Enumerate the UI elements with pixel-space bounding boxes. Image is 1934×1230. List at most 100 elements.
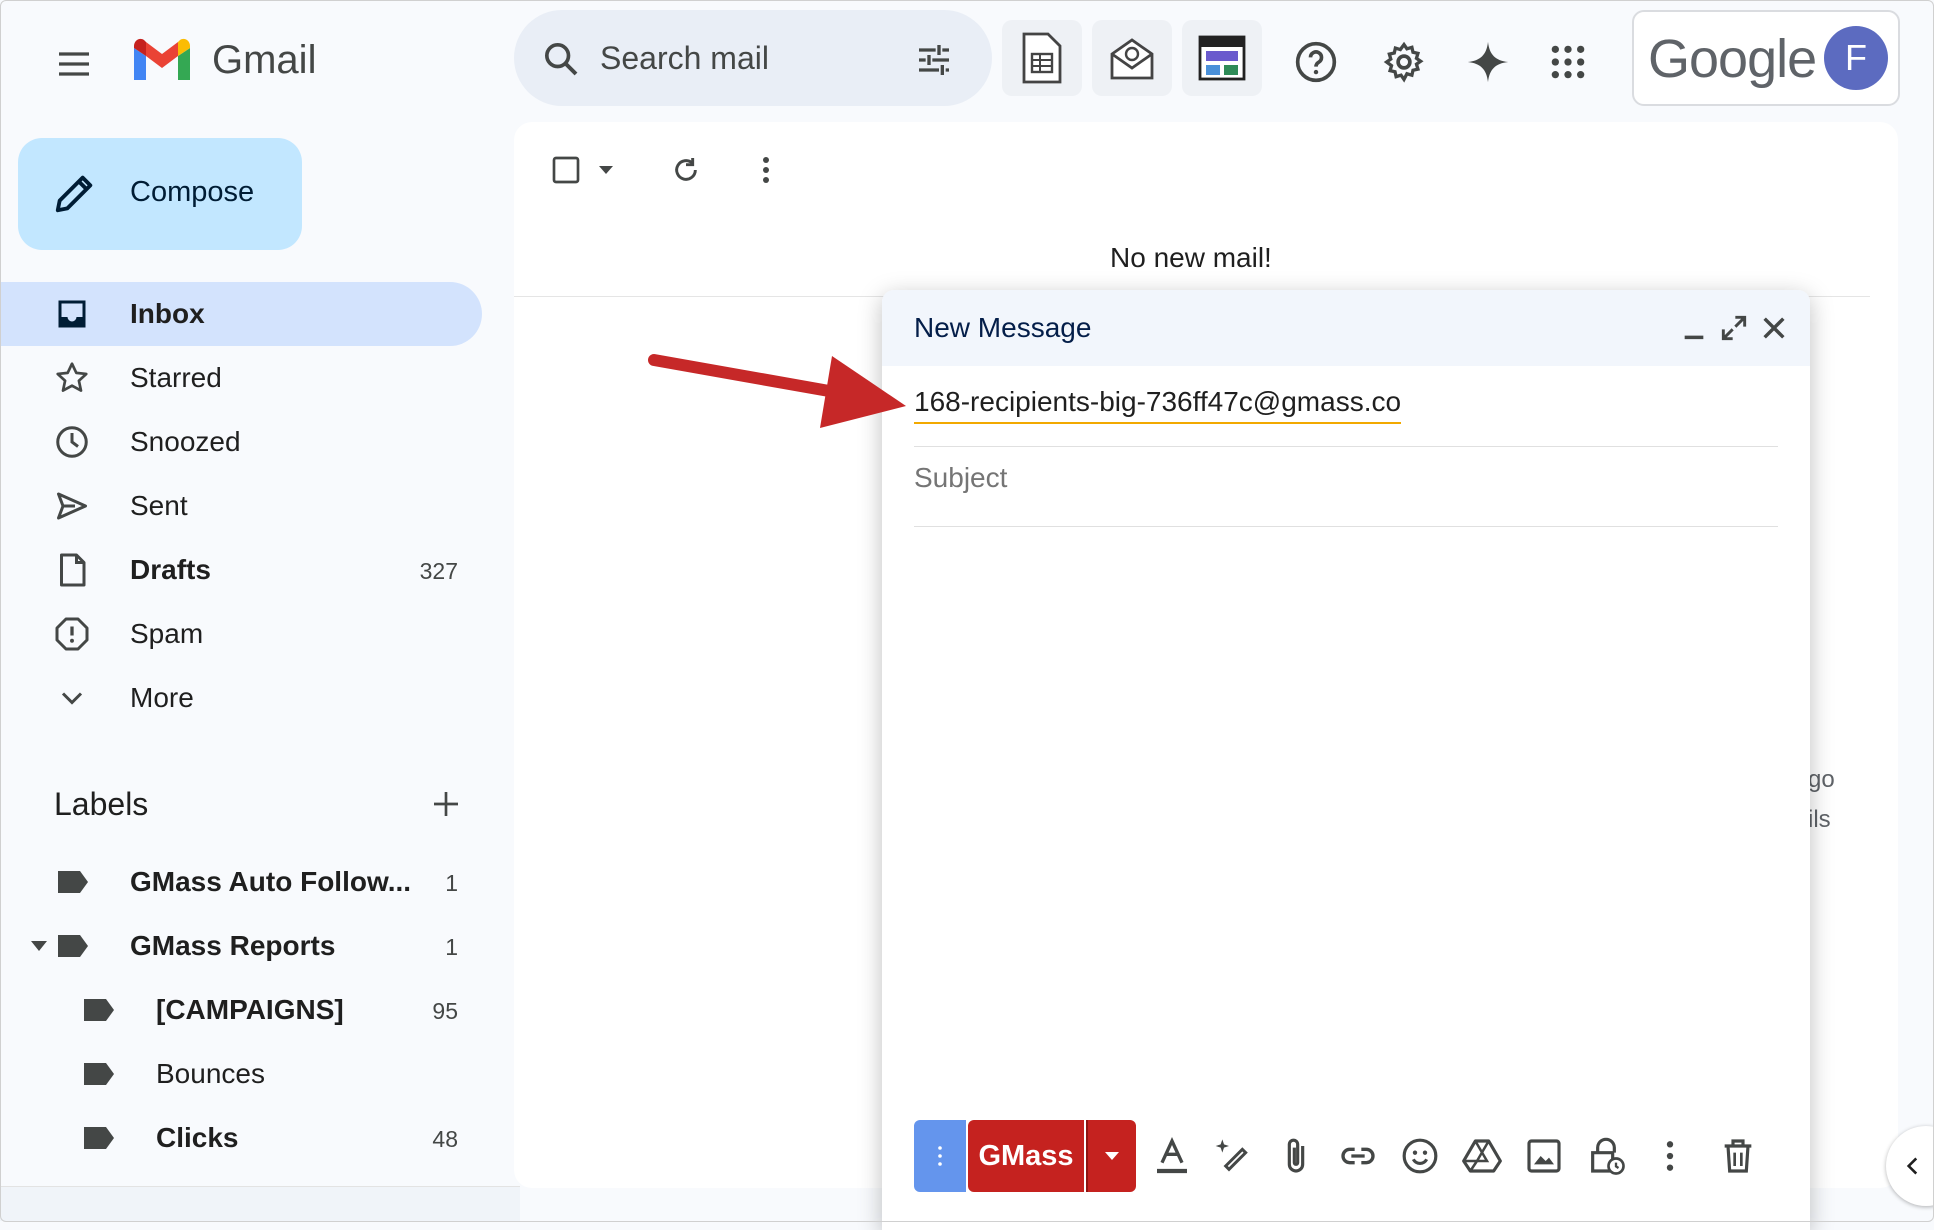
avatar[interactable]: F (1824, 26, 1888, 90)
gmass-dashboard-extension-button[interactable] (1182, 20, 1262, 96)
sidebar-item-sent[interactable]: Sent (0, 474, 482, 538)
search-input[interactable] (600, 36, 900, 80)
gmass-settings-button[interactable] (914, 1120, 966, 1192)
compose-button[interactable]: Compose (18, 138, 302, 250)
sidebar-item-more[interactable]: More (0, 666, 482, 730)
background-text-fragment: ils (1808, 806, 1831, 833)
star-icon (56, 362, 88, 392)
refresh-button[interactable] (664, 148, 708, 192)
label-item-campaigns[interactable]: [CAMPAIGNS] 95 (0, 980, 482, 1040)
support-button[interactable] (1284, 30, 1348, 94)
trash-icon[interactable] (1718, 1136, 1758, 1176)
attach-icon[interactable] (1276, 1136, 1316, 1176)
spam-icon (55, 617, 89, 651)
label-name: GMass Reports (130, 930, 336, 961)
insert-photo-icon[interactable] (1524, 1136, 1564, 1176)
background-text-fragment: go (1808, 766, 1835, 793)
google-apps-button[interactable] (1536, 30, 1600, 94)
recipient-chip[interactable]: 168-recipients-big-736ff47c@gmass.co (914, 386, 1402, 424)
sheets-extension-button[interactable] (1002, 20, 1082, 96)
refresh-icon (675, 158, 697, 181)
compose-window: New Message 168-recipients-big-736ff47c@… (882, 290, 1810, 1230)
inbox-icon (58, 300, 86, 328)
to-field-divider (914, 446, 1778, 447)
select-dropdown-button[interactable] (592, 158, 620, 182)
plus-icon (434, 792, 458, 816)
more-vert-icon[interactable] (1650, 1136, 1690, 1176)
label-name: Clicks (156, 1122, 239, 1153)
link-icon[interactable] (1338, 1136, 1378, 1176)
confidential-lock-icon[interactable] (1586, 1136, 1626, 1176)
search-options-button[interactable] (906, 32, 962, 88)
email-at-icon (1110, 38, 1154, 80)
pencil-icon (55, 175, 93, 213)
sidebar-bottom-strip (0, 1186, 520, 1221)
sidebar-item-label: Inbox (130, 298, 205, 329)
emoji-icon[interactable] (1400, 1136, 1440, 1176)
label-tag-icon (84, 999, 114, 1021)
search-button[interactable] (536, 34, 586, 84)
subject-divider (914, 526, 1778, 527)
gmass-send-dropdown[interactable] (1086, 1120, 1136, 1192)
sidebar-item-snoozed[interactable]: Snoozed (0, 410, 482, 474)
close-icon[interactable] (1758, 312, 1790, 344)
label-tag-icon (58, 871, 88, 893)
more-vert-icon (763, 157, 769, 183)
empty-inbox-message: No new mail! (1110, 242, 1272, 273)
settings-button[interactable] (1372, 30, 1436, 94)
ai-write-icon[interactable] (1214, 1136, 1254, 1176)
caret-down-icon (599, 166, 613, 174)
chevron-down-icon (61, 692, 83, 705)
sidebar-item-label: Starred (130, 362, 222, 393)
chevron-left-icon (1906, 1157, 1918, 1175)
google-wordmark: Google (1648, 29, 1817, 89)
drive-icon[interactable] (1462, 1136, 1502, 1176)
label-item-gmass-reports[interactable]: GMass Reports 1 (0, 916, 482, 976)
more-options-button[interactable] (744, 148, 788, 192)
sidebar-item-inbox[interactable]: Inbox (0, 282, 482, 346)
label-tag-icon (84, 1127, 114, 1149)
gmass-mail-extension-button[interactable] (1092, 20, 1172, 96)
gmass-send-button[interactable]: GMass (968, 1120, 1084, 1192)
sidebar-item-starred[interactable]: Starred (0, 346, 482, 410)
label-item-gmass-auto-followup[interactable]: GMass Auto Follow... 1 (0, 852, 482, 912)
app-name: Gmail (212, 37, 317, 82)
main-menu-button[interactable] (44, 34, 104, 94)
fullscreen-icon[interactable] (1718, 312, 1750, 344)
sidebar-item-count: 327 (419, 558, 458, 584)
sidebar-item-label: More (130, 682, 194, 713)
minimize-icon[interactable] (1678, 312, 1710, 344)
label-count: 48 (432, 1126, 458, 1152)
compose-label: Compose (130, 176, 255, 208)
send-icon (57, 492, 87, 520)
compose-header[interactable]: New Message (882, 290, 1810, 366)
spreadsheet-icon (1022, 32, 1062, 84)
sidebar-item-drafts[interactable]: Drafts 327 (0, 538, 482, 602)
search-icon (545, 43, 578, 76)
hamburger-icon (59, 52, 89, 76)
sidebar-item-spam[interactable]: Spam (0, 602, 482, 666)
text-format-icon[interactable] (1152, 1136, 1192, 1176)
sidebar-item-label: Spam (130, 618, 204, 649)
label-item-bounces[interactable]: Bounces (0, 1044, 482, 1104)
label-item-clicks[interactable]: Clicks 48 (0, 1108, 482, 1168)
label-count: 1 (445, 934, 458, 960)
sidebar-item-label: Drafts (130, 554, 211, 585)
create-label-button[interactable] (428, 786, 464, 822)
gmail-logo[interactable]: Gmail (130, 34, 316, 86)
label-name: GMass Auto Follow... (130, 866, 412, 897)
tune-icon (919, 45, 949, 75)
select-all-checkbox[interactable] (544, 148, 588, 192)
subject-field[interactable] (914, 462, 1714, 494)
apps-grid-icon (1551, 45, 1585, 79)
caret-down-icon[interactable] (28, 938, 50, 954)
gmail-m-icon (134, 38, 190, 80)
gemini-button[interactable] (1456, 30, 1520, 94)
label-tag-icon (84, 1063, 114, 1085)
label-name: [CAMPAIGNS] (156, 994, 344, 1025)
label-name: Bounces (156, 1058, 265, 1089)
compose-title: New Message (914, 312, 1092, 343)
sparkle-icon (1467, 41, 1509, 83)
sidebar-item-label: Snoozed (130, 426, 241, 457)
more-vert-icon (938, 1146, 942, 1166)
